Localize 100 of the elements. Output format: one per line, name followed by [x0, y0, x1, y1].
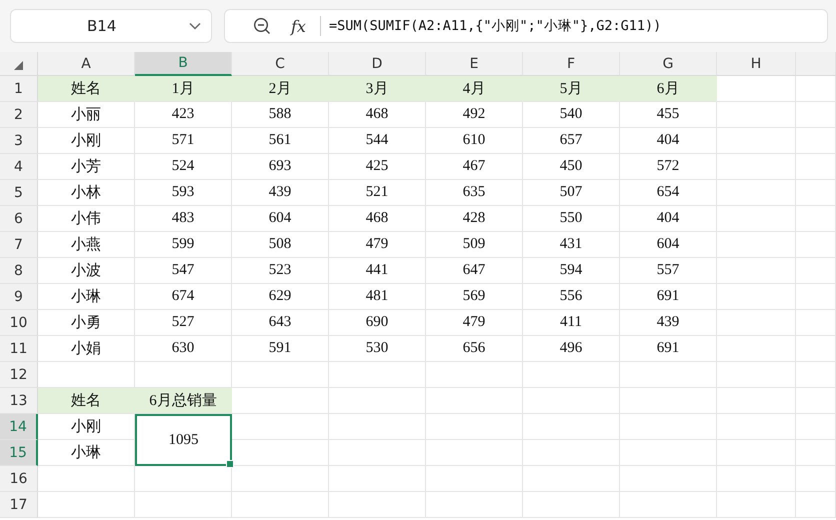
empty-cell[interactable]: [796, 440, 836, 466]
column-header[interactable]: A: [38, 52, 135, 76]
empty-cell[interactable]: [796, 258, 836, 284]
formula-field[interactable]: fx =SUM(SUMIF(A2:A11,{"小刚";"小琳"},G2:G11)): [224, 9, 828, 43]
empty-cell[interactable]: [620, 388, 717, 414]
empty-cell[interactable]: [717, 414, 796, 440]
empty-cell[interactable]: [620, 440, 717, 466]
empty-cell[interactable]: [717, 336, 796, 362]
name-box[interactable]: B14: [10, 9, 212, 43]
row-header[interactable]: 10: [0, 310, 38, 336]
empty-cell[interactable]: [523, 440, 620, 466]
empty-cell[interactable]: [717, 310, 796, 336]
empty-cell[interactable]: [135, 492, 232, 518]
empty-cell[interactable]: [329, 466, 426, 492]
row-header[interactable]: 16: [0, 466, 38, 492]
empty-cell[interactable]: [796, 414, 836, 440]
empty-cell[interactable]: [796, 362, 836, 388]
column-header[interactable]: C: [232, 52, 329, 76]
table-cell: 561: [232, 128, 329, 154]
empty-cell[interactable]: [620, 492, 717, 518]
empty-cell[interactable]: [717, 180, 796, 206]
table-cell: 441: [329, 258, 426, 284]
empty-cell[interactable]: [796, 128, 836, 154]
empty-cell[interactable]: [329, 414, 426, 440]
empty-cell[interactable]: [796, 232, 836, 258]
select-all-icon[interactable]: [14, 61, 23, 70]
row-header[interactable]: 11: [0, 336, 38, 362]
merged-cell[interactable]: 1095: [135, 414, 232, 466]
row-header[interactable]: 9: [0, 284, 38, 310]
empty-cell[interactable]: [796, 310, 836, 336]
empty-cell[interactable]: [426, 414, 523, 440]
empty-cell[interactable]: [717, 284, 796, 310]
row-header[interactable]: 5: [0, 180, 38, 206]
empty-cell[interactable]: [796, 180, 836, 206]
empty-cell[interactable]: [796, 466, 836, 492]
row-header[interactable]: 17: [0, 492, 38, 518]
row-header[interactable]: 3: [0, 128, 38, 154]
empty-cell[interactable]: [329, 440, 426, 466]
empty-cell[interactable]: [232, 362, 329, 388]
row-header[interactable]: 8: [0, 258, 38, 284]
empty-cell[interactable]: [717, 440, 796, 466]
empty-cell[interactable]: [796, 102, 836, 128]
column-header[interactable]: H: [717, 52, 796, 76]
empty-cell[interactable]: [717, 102, 796, 128]
column-header[interactable]: E: [426, 52, 523, 76]
row-header[interactable]: 4: [0, 154, 38, 180]
row-header[interactable]: 1: [0, 76, 38, 102]
empty-cell[interactable]: [717, 466, 796, 492]
table-cell: 450: [523, 154, 620, 180]
empty-cell[interactable]: [523, 388, 620, 414]
empty-cell[interactable]: [717, 154, 796, 180]
empty-cell[interactable]: [717, 388, 796, 414]
empty-cell[interactable]: [426, 388, 523, 414]
column-header[interactable]: B: [135, 52, 232, 76]
row-header[interactable]: 14: [0, 414, 38, 440]
row-header[interactable]: 12: [0, 362, 38, 388]
empty-cell[interactable]: [796, 492, 836, 518]
chevron-down-icon[interactable]: [189, 22, 201, 30]
empty-cell[interactable]: [620, 362, 717, 388]
empty-cell[interactable]: [717, 206, 796, 232]
empty-cell[interactable]: [523, 362, 620, 388]
row-header[interactable]: 2: [0, 102, 38, 128]
empty-cell[interactable]: [796, 154, 836, 180]
empty-cell[interactable]: [329, 388, 426, 414]
empty-cell[interactable]: [620, 466, 717, 492]
empty-cell[interactable]: [426, 492, 523, 518]
empty-cell[interactable]: [796, 336, 836, 362]
empty-cell[interactable]: [232, 492, 329, 518]
zoom-out-icon[interactable]: [253, 17, 271, 35]
table-cell: 小芳: [38, 154, 135, 180]
empty-cell[interactable]: [620, 414, 717, 440]
empty-cell[interactable]: [796, 284, 836, 310]
table-cell: 481: [329, 284, 426, 310]
empty-cell[interactable]: [796, 206, 836, 232]
empty-cell[interactable]: [523, 414, 620, 440]
empty-cell[interactable]: [426, 362, 523, 388]
row-header[interactable]: 13: [0, 388, 38, 414]
column-header[interactable]: D: [329, 52, 426, 76]
empty-cell[interactable]: [329, 362, 426, 388]
empty-cell[interactable]: [426, 466, 523, 492]
empty-cell[interactable]: [796, 76, 836, 102]
empty-cell[interactable]: [717, 258, 796, 284]
empty-cell[interactable]: [232, 466, 329, 492]
empty-cell[interactable]: [523, 492, 620, 518]
column-header[interactable]: G: [620, 52, 717, 76]
empty-cell[interactable]: [717, 362, 796, 388]
fill-handle[interactable]: [226, 460, 234, 468]
row-header[interactable]: 15: [0, 440, 38, 466]
column-header[interactable]: F: [523, 52, 620, 76]
empty-cell[interactable]: [717, 492, 796, 518]
row-header[interactable]: 6: [0, 206, 38, 232]
empty-cell[interactable]: [717, 232, 796, 258]
empty-cell[interactable]: [329, 492, 426, 518]
row-header[interactable]: 7: [0, 232, 38, 258]
empty-cell[interactable]: [523, 466, 620, 492]
empty-cell[interactable]: [796, 388, 836, 414]
table-cell: 2月: [232, 76, 329, 102]
empty-cell[interactable]: [717, 128, 796, 154]
empty-cell[interactable]: [426, 440, 523, 466]
fx-label[interactable]: fx: [291, 16, 306, 36]
